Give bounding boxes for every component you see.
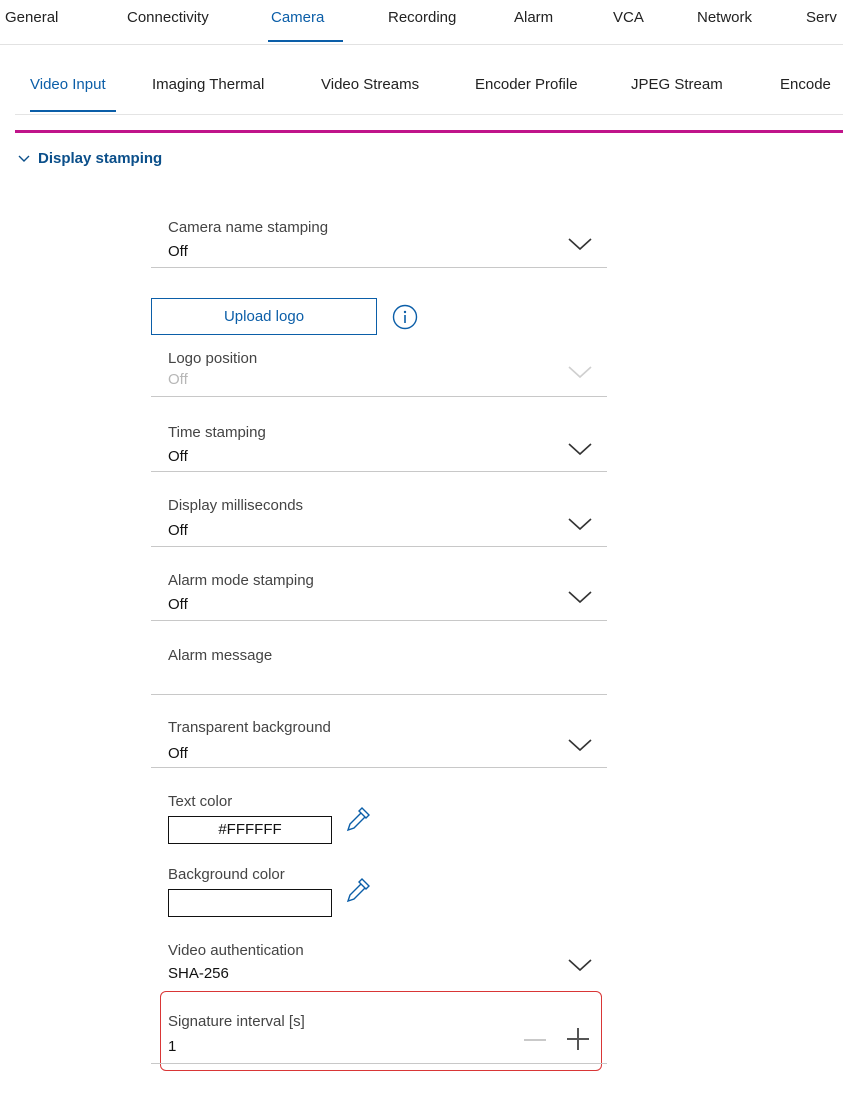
chevron-down-icon[interactable] bbox=[567, 957, 593, 973]
field-value[interactable]: 1 bbox=[168, 1038, 176, 1055]
field-value: Off bbox=[168, 596, 188, 613]
tab-service[interactable]: Serv bbox=[806, 9, 837, 26]
sub-tab-bar: Video Input Imaging Thermal Video Stream… bbox=[0, 58, 843, 114]
tab-imaging-thermal[interactable]: Imaging Thermal bbox=[152, 76, 264, 93]
tab-network[interactable]: Network bbox=[697, 9, 752, 26]
background-color-input[interactable] bbox=[168, 889, 332, 917]
alarm-mode-stamping-select[interactable]: Alarm mode stamping Off bbox=[151, 565, 607, 621]
eyedropper-icon[interactable] bbox=[344, 805, 372, 833]
section-display-stamping[interactable]: Display stamping bbox=[18, 150, 162, 167]
field-label: Logo position bbox=[168, 350, 258, 367]
divider bbox=[15, 114, 843, 115]
chevron-down-icon[interactable] bbox=[567, 441, 593, 457]
field-value: Off bbox=[168, 522, 188, 539]
text-color-input[interactable]: #FFFFFF bbox=[168, 816, 332, 844]
field-value: Off bbox=[168, 371, 188, 388]
chevron-down-icon[interactable] bbox=[567, 516, 593, 532]
tab-encoder[interactable]: Encode bbox=[780, 76, 831, 93]
field-label: Camera name stamping bbox=[168, 219, 329, 236]
time-stamping-select[interactable]: Time stamping Off bbox=[151, 416, 607, 472]
transparent-background-select[interactable]: Transparent background Off bbox=[151, 712, 607, 768]
logo-position-select[interactable]: Logo position Off bbox=[151, 340, 607, 397]
tab-video-streams[interactable]: Video Streams bbox=[321, 76, 419, 93]
info-icon[interactable] bbox=[392, 304, 418, 330]
tab-alarm[interactable]: Alarm bbox=[514, 9, 553, 26]
field-label: Time stamping bbox=[168, 424, 266, 441]
tab-camera[interactable]: Camera bbox=[271, 9, 324, 26]
display-milliseconds-select[interactable]: Display milliseconds Off bbox=[151, 491, 607, 547]
increment-button[interactable] bbox=[567, 1028, 589, 1050]
field-value: Off bbox=[168, 745, 188, 762]
tab-video-input[interactable]: Video Input bbox=[30, 76, 106, 93]
alarm-message-input[interactable]: Alarm message bbox=[151, 640, 607, 695]
tab-general[interactable]: General bbox=[5, 9, 58, 26]
background-color-label: Background color bbox=[168, 866, 285, 883]
eyedropper-icon[interactable] bbox=[344, 876, 372, 904]
field-value: Off bbox=[168, 243, 188, 260]
active-subtab-indicator bbox=[30, 110, 116, 112]
section-title: Display stamping bbox=[38, 150, 163, 167]
tab-connectivity[interactable]: Connectivity bbox=[127, 9, 209, 26]
field-label: Alarm mode stamping bbox=[168, 572, 314, 589]
field-value: Off bbox=[168, 448, 188, 465]
tab-recording[interactable]: Recording bbox=[388, 9, 456, 26]
field-label: Signature interval [s] bbox=[168, 1013, 305, 1030]
field-label: Transparent background bbox=[168, 719, 331, 736]
chevron-down-icon bbox=[18, 150, 32, 167]
field-label: Display milliseconds bbox=[168, 497, 304, 514]
camera-name-stamping-select[interactable]: Camera name stamping Off bbox=[151, 212, 607, 268]
active-tab-indicator bbox=[268, 40, 343, 42]
field-label: Video authentication bbox=[168, 942, 304, 959]
signature-interval-field[interactable]: Signature interval [s] 1 bbox=[151, 1008, 607, 1064]
upload-logo-button[interactable]: Upload logo bbox=[151, 298, 377, 335]
chevron-down-icon bbox=[568, 366, 592, 379]
text-color-label: Text color bbox=[168, 793, 233, 810]
accent-bar bbox=[15, 130, 843, 133]
tab-encoder-profile[interactable]: Encoder Profile bbox=[475, 76, 578, 93]
chevron-down-icon[interactable] bbox=[567, 236, 593, 252]
decrement-button[interactable] bbox=[524, 1039, 546, 1041]
tab-vca[interactable]: VCA bbox=[613, 9, 644, 26]
field-label: Alarm message bbox=[168, 647, 273, 664]
video-authentication-select[interactable]: Video authentication SHA-256 bbox=[151, 935, 607, 983]
chevron-down-icon[interactable] bbox=[567, 737, 593, 753]
chevron-down-icon[interactable] bbox=[567, 589, 593, 605]
field-value: SHA-256 bbox=[168, 965, 229, 982]
tab-jpeg-stream[interactable]: JPEG Stream bbox=[631, 76, 723, 93]
top-tab-bar: General Connectivity Camera Recording Al… bbox=[0, 0, 843, 45]
